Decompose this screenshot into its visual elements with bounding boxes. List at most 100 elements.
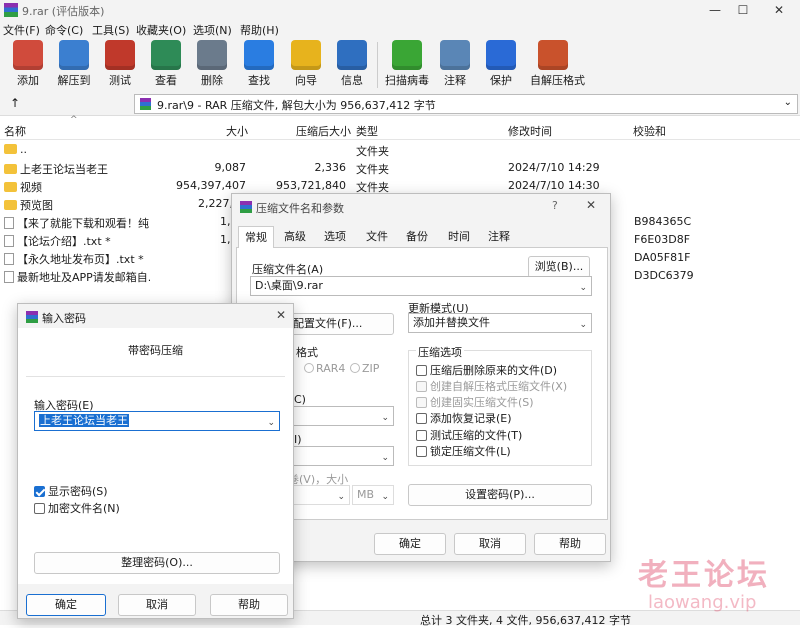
chevron-down-icon[interactable]: ⌄: [381, 409, 389, 427]
tab-files[interactable]: 文件: [360, 226, 394, 248]
toolbar-info-button[interactable]: 信息: [329, 40, 375, 90]
chevron-down-icon[interactable]: ⌄: [267, 414, 275, 432]
help-question-button[interactable]: ?: [552, 199, 558, 212]
column-name[interactable]: 名称: [4, 123, 26, 139]
compression-method-select[interactable]: ⌄: [288, 406, 394, 426]
dialog-close-button[interactable]: ✕: [276, 308, 286, 322]
toolbar-extract-button[interactable]: 解压到: [51, 40, 97, 90]
chevron-down-icon[interactable]: ⌄: [579, 316, 587, 334]
toolbar-view-button[interactable]: 查看: [143, 40, 189, 90]
option-label: 锁定压缩文件(L): [430, 445, 511, 458]
menu-favorites[interactable]: 收藏夹(O): [136, 22, 186, 38]
cancel-button[interactable]: 取消: [454, 533, 526, 555]
archive-name-label: 压缩文件名(A): [252, 263, 324, 276]
volume-size-field[interactable]: ⌄: [288, 485, 350, 505]
tab-general[interactable]: 常规: [238, 226, 274, 248]
chevron-down-icon[interactable]: ⌄: [579, 279, 587, 297]
option-label: 添加恢复记录(E): [430, 412, 512, 425]
toolbar-label: 查找: [248, 74, 270, 87]
sfx-archive-icon: [538, 40, 568, 70]
toolbar-label: 扫描病毒: [385, 74, 429, 87]
dialog-close-button[interactable]: ✕: [586, 198, 596, 212]
toolbar-find-button[interactable]: 查找: [236, 40, 282, 90]
toolbar-wizard-button[interactable]: 向导: [283, 40, 329, 90]
file-icon: [4, 235, 14, 247]
archive-name-field[interactable]: D:\桌面\9.rar ⌄: [250, 276, 592, 296]
row-name-text: 【永久地址发布页】.txt *: [17, 253, 144, 266]
column-modified[interactable]: 修改时间: [508, 123, 552, 139]
table-row[interactable]: 上老王论坛当老王 9,087 2,336 文件夹 2024/7/10 14:29: [0, 159, 800, 177]
toolbar-virus-scan-button[interactable]: 扫描病毒: [384, 40, 430, 90]
close-button[interactable]: ✕: [762, 0, 796, 20]
toolbar-add-button[interactable]: 添加: [5, 40, 51, 90]
show-password-checkbox[interactable]: 显示密码(S): [34, 483, 108, 499]
watermark-url: laowang.vip: [648, 592, 757, 613]
profiles-button[interactable]: 配置文件(F)...: [278, 313, 394, 335]
up-arrow-icon[interactable]: ↑: [10, 96, 20, 110]
format-label: 格式: [296, 346, 318, 359]
dictionary-size-select[interactable]: ⌄: [288, 446, 394, 466]
tab-advanced[interactable]: 高级: [278, 226, 312, 248]
tab-comment[interactable]: 注释: [482, 226, 516, 248]
show-password-label: 显示密码(S): [48, 485, 108, 498]
toolbar-sfx-button[interactable]: 自解压格式: [530, 40, 585, 90]
help-button[interactable]: 帮助: [210, 594, 288, 616]
option-label: 创建固实压缩文件(S): [430, 396, 534, 409]
format-zip-radio[interactable]: ZIP: [350, 362, 379, 375]
organize-passwords-button[interactable]: 整理密码(O)...: [34, 552, 280, 574]
dialog-title: 输入密码: [42, 312, 86, 325]
row-crc: D3DC6379: [634, 269, 694, 282]
row-name-text: 最新地址及APP请发邮箱自...: [17, 271, 150, 284]
maximize-button[interactable]: ☐: [726, 0, 760, 20]
ok-button[interactable]: 确定: [374, 533, 446, 555]
menu-options[interactable]: 选项(N): [193, 22, 232, 38]
help-button[interactable]: 帮助: [534, 533, 606, 555]
browse-button[interactable]: 浏览(B)...: [528, 256, 590, 278]
row-name-text: 预览图: [20, 199, 53, 212]
toolbar-label: 测试: [109, 74, 131, 87]
toolbar-comment-button[interactable]: 注释: [432, 40, 478, 90]
format-rar4-radio[interactable]: RAR4: [304, 362, 345, 375]
option-create-solid[interactable]: 创建固实压缩文件(S): [416, 394, 534, 410]
toolbar-test-button[interactable]: 测试: [97, 40, 143, 90]
ok-button[interactable]: 确定: [26, 594, 106, 616]
option-test-files[interactable]: 测试压缩的文件(T): [416, 427, 522, 443]
volume-unit-select[interactable]: MB ⌄: [352, 485, 394, 505]
column-crc[interactable]: 校验和: [633, 123, 666, 139]
menu-file[interactable]: 文件(F): [3, 22, 40, 38]
option-recovery-record[interactable]: 添加恢复记录(E): [416, 410, 512, 426]
folder-icon: [4, 200, 17, 210]
file-list-header: 名称 ^ 大小 压缩后大小 类型 修改时间 校验和: [0, 115, 800, 140]
comment-icon: [440, 40, 470, 70]
column-size[interactable]: 大小: [226, 123, 248, 139]
update-mode-select[interactable]: 添加并替换文件 ⌄: [408, 313, 592, 333]
winrar-logo-icon: [4, 3, 18, 17]
menu-tools[interactable]: 工具(S): [92, 22, 130, 38]
row-type: 文件夹: [356, 145, 389, 158]
option-lock-archive[interactable]: 锁定压缩文件(L): [416, 443, 511, 459]
option-create-sfx[interactable]: 创建自解压格式压缩文件(X): [416, 378, 567, 394]
toolbar-protect-button[interactable]: 保护: [478, 40, 524, 90]
password-heading: 带密码压缩: [128, 344, 183, 357]
row-name: 【永久地址发布页】.txt *: [4, 251, 144, 267]
tab-time[interactable]: 时间: [442, 226, 476, 248]
toolbar-delete-button[interactable]: 删除: [189, 40, 235, 90]
encrypt-filenames-checkbox[interactable]: 加密文件名(N): [34, 500, 120, 516]
sort-caret-icon: ^: [70, 115, 78, 125]
option-delete-after[interactable]: 压缩后删除原来的文件(D): [416, 362, 557, 378]
address-field[interactable]: 9.rar\9 - RAR 压缩文件, 解包大小为 956,637,412 字节…: [134, 94, 798, 114]
password-input[interactable]: 上老王论坛当老王 ⌄: [34, 411, 280, 431]
tab-backup[interactable]: 备份: [400, 226, 434, 248]
table-row[interactable]: .. 文件夹: [0, 141, 800, 159]
menu-help[interactable]: 帮助(H): [240, 22, 279, 38]
column-packed[interactable]: 压缩后大小: [296, 123, 351, 139]
tab-options[interactable]: 选项: [318, 226, 352, 248]
folder-icon: [4, 144, 17, 154]
cancel-button[interactable]: 取消: [118, 594, 196, 616]
menu-commands[interactable]: 命令(C): [45, 22, 83, 38]
chevron-down-icon[interactable]: ⌄: [784, 97, 792, 108]
set-password-button[interactable]: 设置密码(P)...: [408, 484, 592, 506]
column-type[interactable]: 类型: [356, 123, 378, 139]
archive-name-value: D:\桌面\9.rar: [255, 279, 323, 292]
chevron-down-icon[interactable]: ⌄: [381, 449, 389, 467]
